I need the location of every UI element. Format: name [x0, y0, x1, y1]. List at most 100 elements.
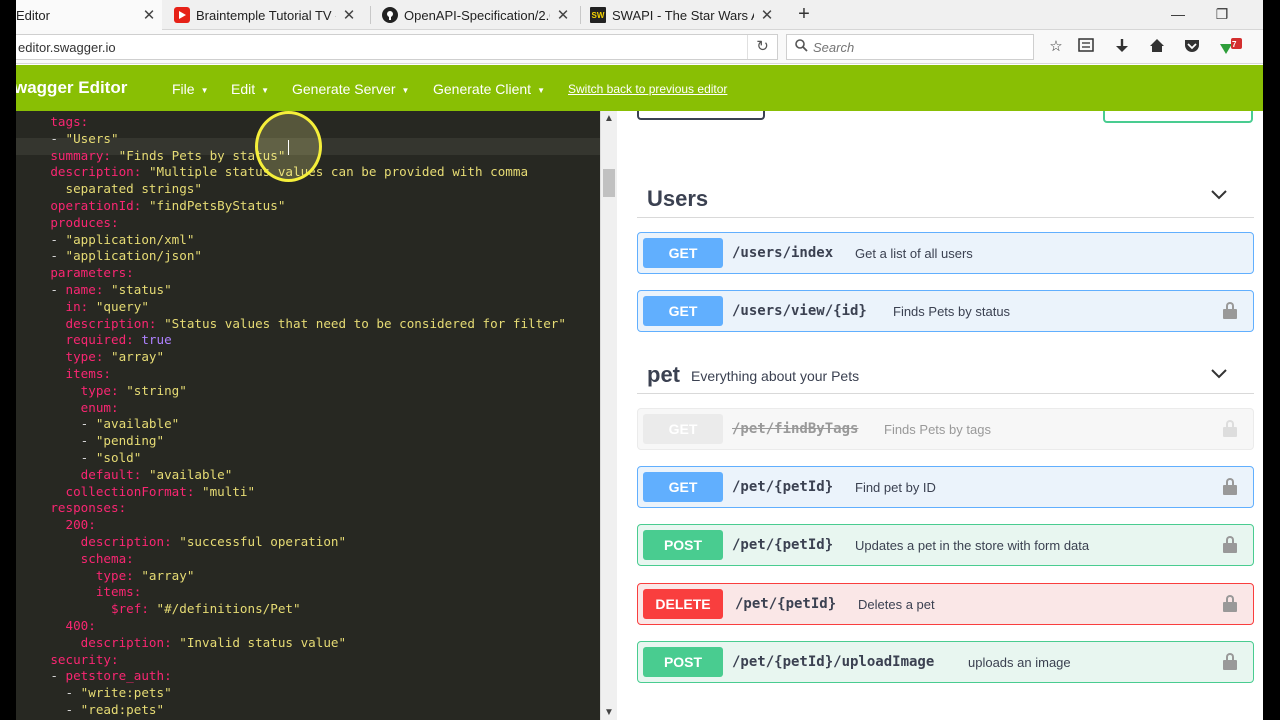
code-line[interactable]: description: "Invalid status value"	[20, 634, 346, 651]
close-icon[interactable]: ✕	[142, 6, 156, 24]
code-line[interactable]: parameters:	[20, 264, 133, 281]
close-icon[interactable]: ✕	[760, 6, 774, 24]
scroll-up-icon[interactable]: ▲	[604, 113, 614, 124]
code-line[interactable]: - "write:pets"	[20, 684, 171, 701]
menu-edit[interactable]: Edit ▼	[231, 81, 269, 97]
lock-icon[interactable]	[1223, 653, 1237, 671]
pocket-icon[interactable]	[1182, 38, 1202, 56]
code-token: "pending"	[95, 433, 165, 449]
code-line[interactable]: type: "string"	[20, 382, 187, 399]
home-icon[interactable]	[1147, 38, 1167, 56]
reload-icon[interactable]: ↻	[747, 35, 777, 59]
close-icon[interactable]: ✕	[342, 6, 356, 24]
code-line[interactable]: responses:	[20, 499, 126, 516]
operation-get-users-index[interactable]: GET /users/index Get a list of all users	[637, 232, 1254, 274]
reading-list-icon[interactable]	[1076, 38, 1096, 56]
lock-icon[interactable]	[1223, 536, 1237, 554]
code-line[interactable]: enum:	[20, 399, 119, 416]
section-pet[interactable]: pet Everything about your Pets	[637, 346, 1254, 394]
code-line[interactable]: description: "Status values that need to…	[20, 315, 566, 332]
yaml-editor[interactable]: tags: - "Users" summary: "Finds Pets by …	[16, 111, 600, 720]
code-line[interactable]: required: true	[20, 331, 172, 348]
code-line[interactable]: - "application/json"	[20, 247, 202, 264]
operation-path: /users/view/{id}	[732, 303, 867, 319]
code-token: "application/xml"	[65, 231, 195, 247]
code-line[interactable]: - petstore_auth:	[20, 667, 171, 684]
menu-edit-label: Edit	[231, 81, 256, 97]
code-line[interactable]: - "sold"	[20, 449, 142, 466]
tab-title: SWAPI - The Star Wars API	[612, 7, 754, 23]
operation-post-pet-by-id[interactable]: POST /pet/{petId} Updates a pet in the s…	[637, 524, 1254, 566]
extension-icon[interactable]: 7	[1217, 38, 1245, 56]
code-line[interactable]: collectionFormat: "multi"	[20, 483, 256, 500]
code-line[interactable]: separated strings"	[20, 180, 202, 197]
partial-authorize-button[interactable]	[1103, 111, 1253, 123]
close-icon[interactable]: ✕	[556, 6, 570, 24]
operation-get-pet-by-id[interactable]: GET /pet/{petId} Find pet by ID	[637, 466, 1254, 508]
chevron-down-icon[interactable]	[1210, 185, 1228, 206]
menu-file[interactable]: File ▼	[172, 81, 208, 97]
code-line[interactable]: operationId: "findPetsByStatus"	[20, 197, 285, 214]
operation-post-upload-image[interactable]: POST /pet/{petId}/uploadImage uploads an…	[637, 641, 1254, 683]
new-tab-button[interactable]: +	[792, 3, 816, 27]
code-line[interactable]: items:	[20, 365, 112, 382]
menu-generate-client[interactable]: Generate Client ▼	[433, 81, 545, 97]
code-line[interactable]: - "pending"	[20, 432, 164, 449]
code-line[interactable]: type: "array"	[20, 348, 165, 365]
code-line[interactable]: summary: "Finds Pets by status"	[20, 147, 285, 164]
partial-button[interactable]	[637, 111, 765, 120]
code-line[interactable]: in: "query"	[20, 298, 149, 315]
scroll-down-icon[interactable]: ▼	[604, 707, 614, 718]
search-bar[interactable]	[786, 34, 1034, 60]
lock-icon[interactable]	[1223, 302, 1237, 320]
restore-icon[interactable]: ❐	[1210, 3, 1234, 25]
code-line[interactable]: - "read:pets"	[20, 701, 164, 718]
tab-youtube[interactable]: Braintemple Tutorial TV - Yo ✕	[172, 0, 362, 30]
scrollbar-thumb[interactable]	[603, 169, 615, 197]
code-line[interactable]: 200:	[20, 516, 96, 533]
download-icon[interactable]	[1112, 38, 1132, 56]
tab-github[interactable]: OpenAPI-Specification/2.0.m ✕	[380, 0, 576, 30]
code-line[interactable]: security:	[20, 651, 118, 668]
text-caret	[288, 140, 289, 155]
code-line[interactable]: $ref: "#/definitions/Pet"	[20, 600, 301, 617]
operation-summary: Find pet by ID	[855, 480, 936, 495]
code-line[interactable]: - name: "status"	[20, 281, 171, 298]
lock-icon[interactable]	[1223, 420, 1237, 438]
address-bar[interactable]: editor.swagger.io ↻	[16, 34, 778, 60]
code-line[interactable]: - "application/xml"	[20, 231, 194, 248]
editor-scrollbar[interactable]: ▲ ▼	[600, 111, 617, 720]
minimize-icon[interactable]: —	[1166, 3, 1190, 25]
menu-file-label: File	[172, 81, 195, 97]
tab-swapi[interactable]: SW SWAPI - The Star Wars API ✕	[588, 0, 780, 30]
code-line[interactable]: - "Users"	[20, 130, 118, 147]
tab-swagger-editor[interactable]: Editor ✕	[16, 0, 162, 30]
search-input[interactable]	[813, 38, 1013, 56]
code-token: description:	[80, 634, 172, 650]
menu-generate-server[interactable]: Generate Server ▼	[292, 81, 409, 97]
operation-get-users-view[interactable]: GET /users/view/{id} Finds Pets by statu…	[637, 290, 1254, 332]
bookmark-star-icon[interactable]: ☆	[1046, 38, 1066, 56]
section-users[interactable]: Users	[637, 170, 1254, 218]
switch-editor-link[interactable]: Switch back to previous editor	[568, 82, 727, 96]
operation-get-pet-findbytags[interactable]: GET /pet/findByTags Finds Pets by tags	[637, 408, 1254, 450]
code-line[interactable]: type: "array"	[20, 567, 195, 584]
lock-icon[interactable]	[1223, 478, 1237, 496]
chevron-down-icon[interactable]	[1210, 364, 1228, 385]
operation-delete-pet[interactable]: DELETE /pet/{petId} Deletes a pet	[637, 583, 1254, 625]
code-line[interactable]: description: "successful operation"	[20, 533, 346, 550]
code-line[interactable]: produces:	[20, 214, 118, 231]
code-line[interactable]: schema:	[20, 550, 134, 567]
lock-icon[interactable]	[1223, 595, 1237, 613]
code-line[interactable]: tags:	[20, 113, 88, 130]
code-line[interactable]: items:	[20, 583, 142, 600]
code-line[interactable]: 400:	[20, 617, 96, 634]
app-brand[interactable]: wagger Editor	[14, 78, 127, 98]
operation-path: /pet/{petId}	[732, 537, 834, 553]
code-line[interactable]: - "available"	[20, 415, 180, 432]
code-line[interactable]: default: "available"	[20, 466, 233, 483]
